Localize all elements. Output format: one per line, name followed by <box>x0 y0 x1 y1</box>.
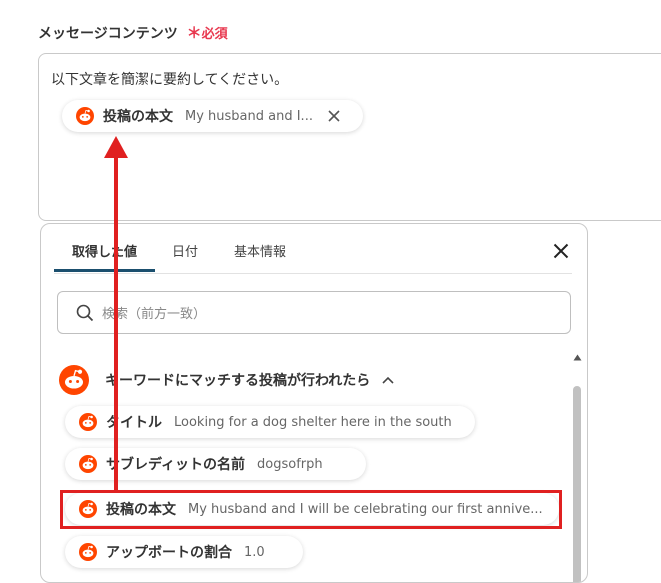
group-title: キーワードにマッチする投稿が行われたら <box>105 373 371 389</box>
tab-bar: 取得した値 日付 基本情報 <box>54 224 572 274</box>
item-value: My husband and I will be celebrating our… <box>188 501 543 517</box>
item-value: Looking for a dog shelter here in the so… <box>174 414 452 430</box>
message-text: 以下文章を簡潔に要約してください。 <box>51 72 289 88</box>
scrollbar[interactable] <box>572 354 582 582</box>
value-item-upvote-ratio[interactable]: アップボートの割合 1.0 <box>65 536 303 568</box>
item-title: 投稿の本文 <box>106 502 176 518</box>
reddit-icon <box>79 455 97 473</box>
required-marker: ＊必須 <box>186 24 228 42</box>
scroll-up-arrow-icon[interactable] <box>573 354 582 361</box>
reddit-icon <box>79 500 97 518</box>
search-box <box>57 291 571 334</box>
scrollbar-thumb[interactable] <box>573 386 581 582</box>
tab-basic-info[interactable]: 基本情報 <box>234 241 286 260</box>
reddit-icon <box>79 413 97 431</box>
item-value: dogsofrph <box>257 456 323 472</box>
remove-chip-icon[interactable] <box>327 109 341 123</box>
value-item-title[interactable]: タイトル Looking for a dog shelter here in t… <box>65 406 475 438</box>
active-tab-indicator <box>54 269 155 272</box>
value-item-post-body[interactable]: 投稿の本文 My husband and I will be celebrati… <box>65 493 559 525</box>
search-icon <box>76 304 94 322</box>
required-star: ＊ <box>186 24 202 42</box>
reddit-icon <box>59 365 89 395</box>
chevron-up-icon[interactable] <box>382 376 394 384</box>
required-text: 必須 <box>201 27 228 42</box>
message-content-input[interactable]: 以下文章を簡潔に要約してください。 <box>38 53 661 221</box>
field-label-text: メッセージコンテンツ <box>38 26 178 42</box>
tab-acquired-values[interactable]: 取得した値 <box>72 241 137 260</box>
value-picker-panel: 取得した値 日付 基本情報 キーワードにマッチする投稿が行われたら <box>40 223 588 583</box>
chip-title: 投稿の本文 <box>103 109 173 125</box>
chip-value: My husband and I... <box>185 108 313 124</box>
item-title: アップボートの割合 <box>106 545 232 561</box>
search-input[interactable] <box>100 302 544 326</box>
item-title: サブレディットの名前 <box>106 457 246 473</box>
reddit-icon <box>79 543 97 561</box>
close-icon[interactable] <box>553 243 569 259</box>
tab-date[interactable]: 日付 <box>172 241 198 260</box>
trigger-group-header[interactable]: キーワードにマッチする投稿が行われたら <box>59 364 394 396</box>
item-value: 1.0 <box>244 544 265 560</box>
inserted-value-chip[interactable]: 投稿の本文 My husband and I... <box>62 100 363 132</box>
field-label: メッセージコンテンツ ＊必須 <box>38 22 228 43</box>
reddit-icon <box>76 107 94 125</box>
value-item-subreddit-name[interactable]: サブレディットの名前 dogsofrph <box>65 448 366 480</box>
item-title: タイトル <box>106 415 162 431</box>
